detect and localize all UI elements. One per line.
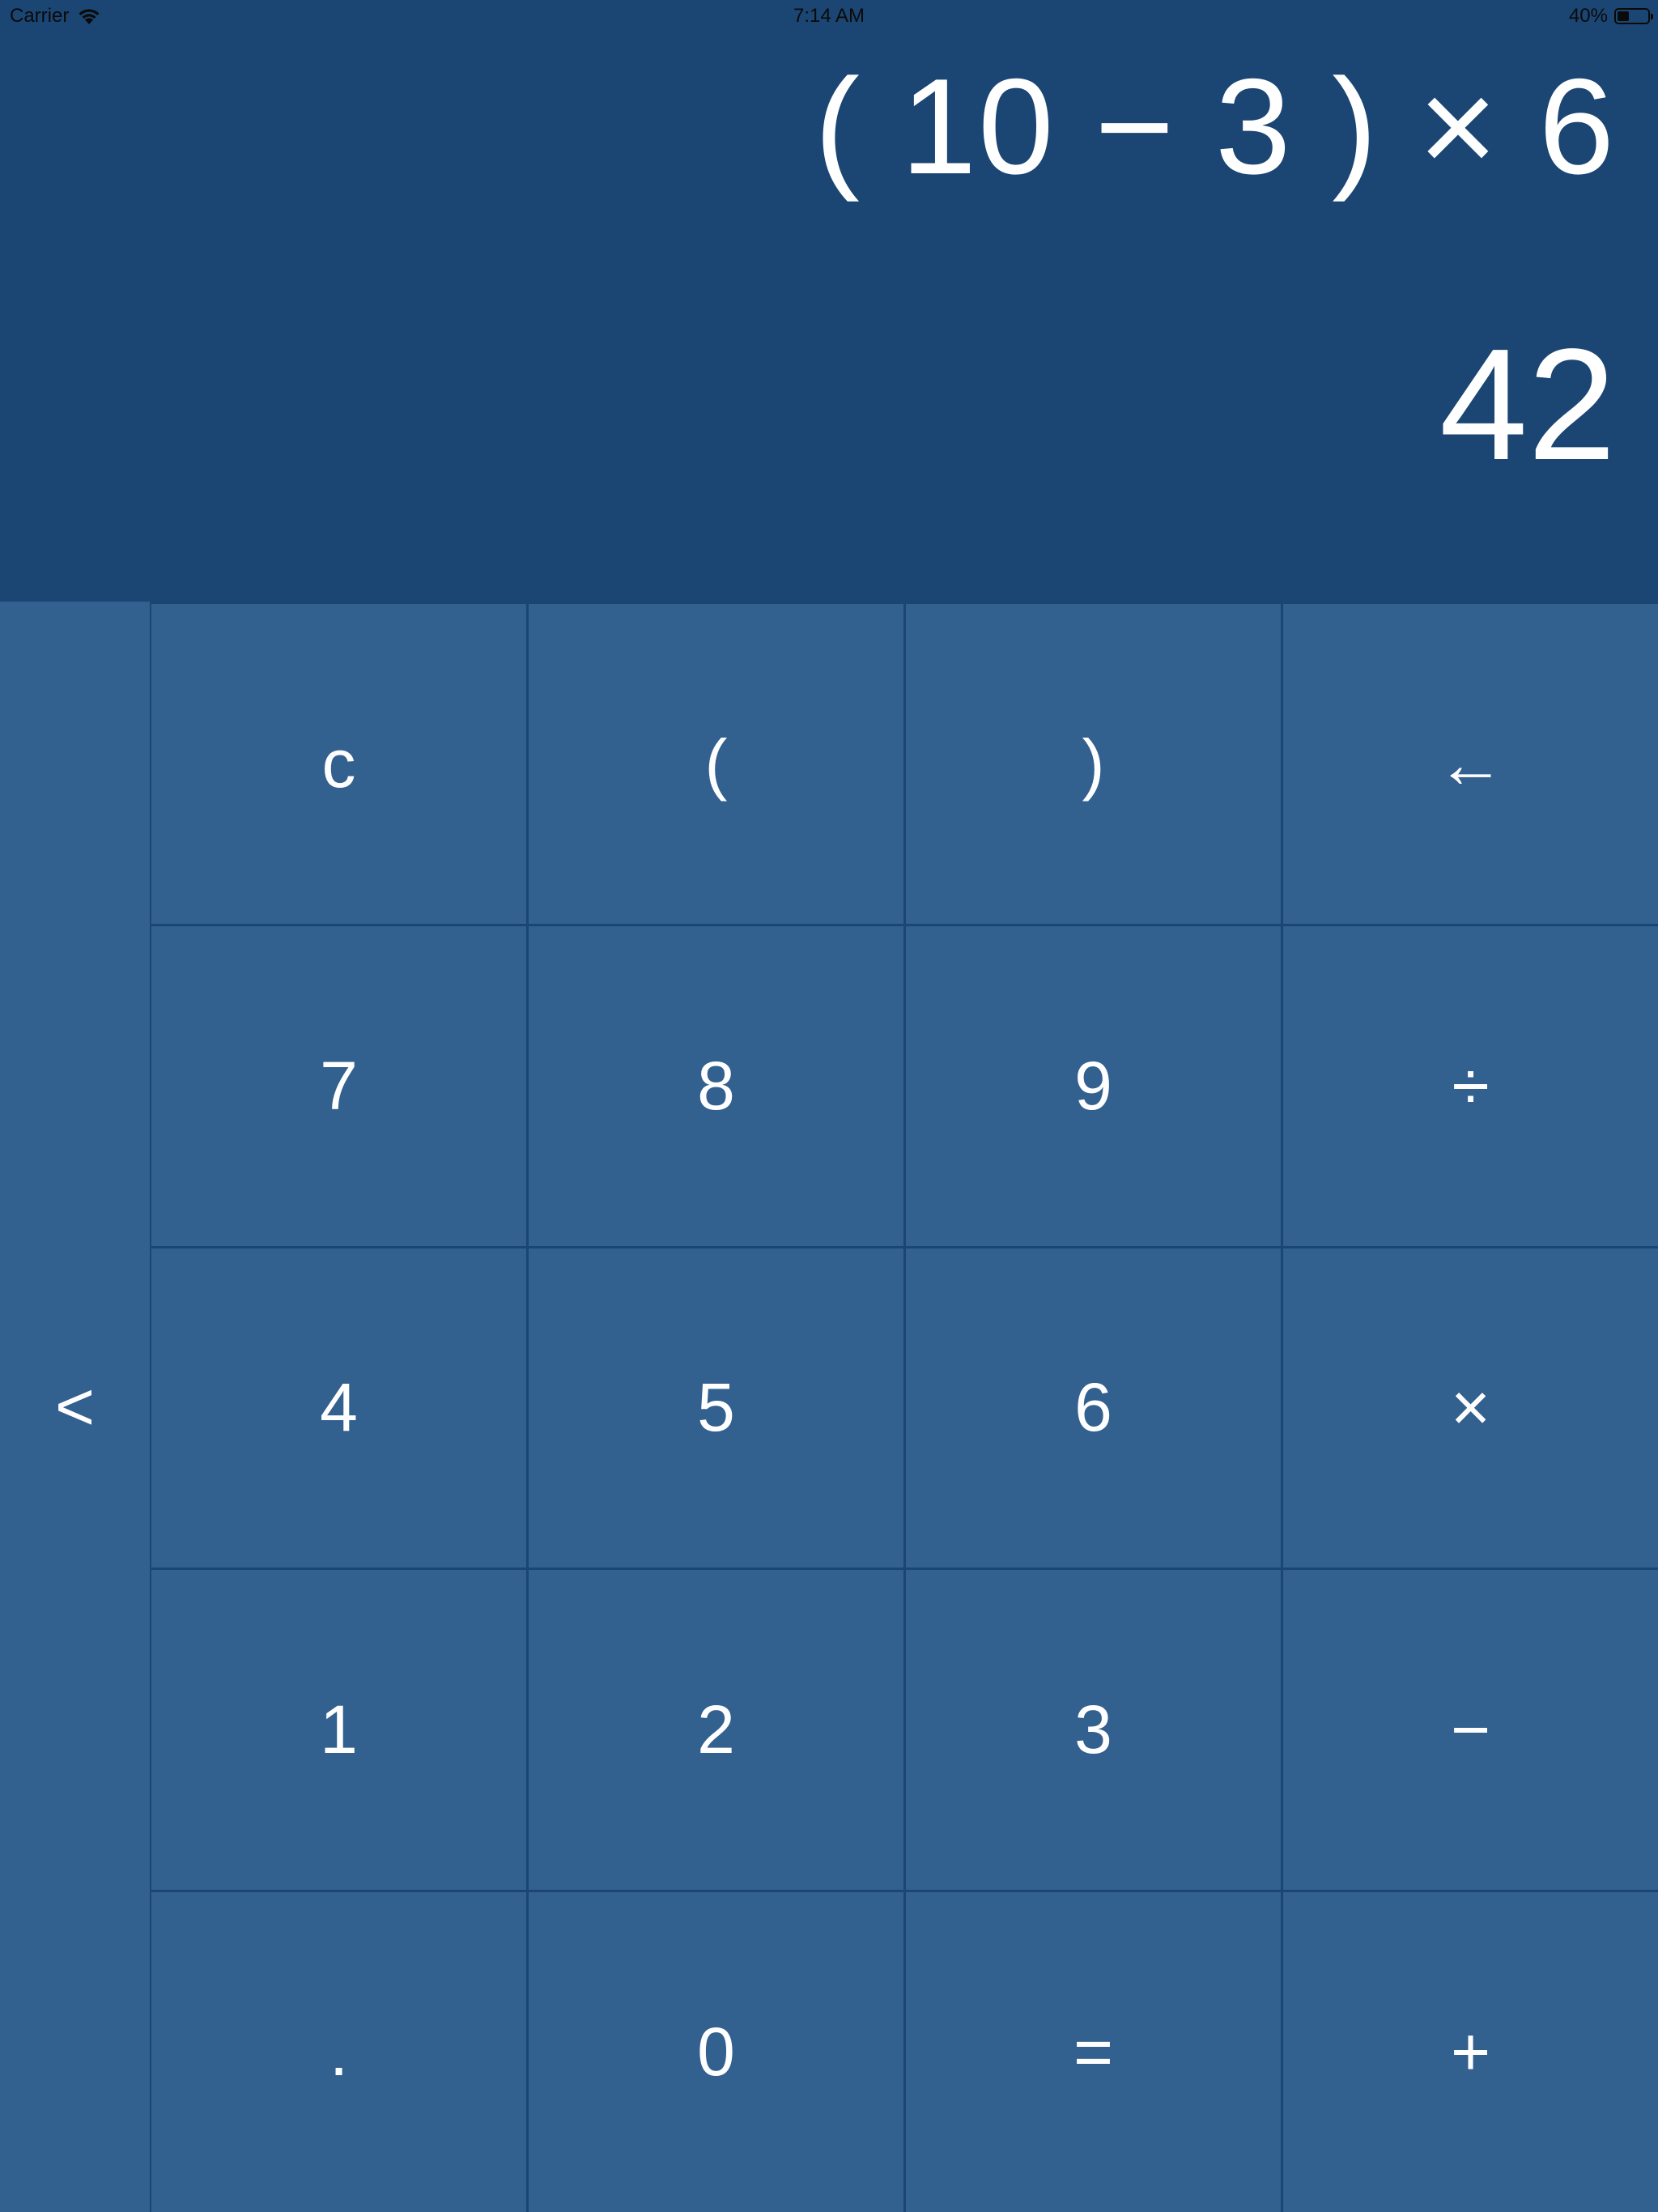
status-time: 7:14 AM: [793, 5, 865, 27]
backspace-button[interactable]: ←: [1283, 604, 1658, 924]
decimal-button[interactable]: .: [151, 1892, 526, 2212]
battery-icon: [1614, 8, 1653, 24]
battery-fill: [1618, 11, 1629, 21]
keypad: < c() ← 7 8 9 ÷ 4 5 6 × 1 2 3−. 0 = +: [0, 602, 1658, 2212]
digit-4-button[interactable]: 4: [151, 1248, 526, 1568]
display-panel: ( 10 − 3 ) × 6 42: [0, 0, 1658, 602]
digit-5-button[interactable]: 5: [529, 1248, 903, 1568]
digit-7-button[interactable]: 7: [151, 925, 526, 1246]
subtract-button[interactable]: −: [1283, 1570, 1658, 1891]
digit-2-button[interactable]: 2: [529, 1570, 903, 1891]
open-paren-button[interactable]: (: [529, 604, 903, 924]
digit-8-button[interactable]: 8: [529, 925, 903, 1246]
digit-6-button[interactable]: 6: [906, 1248, 1281, 1568]
close-paren-button[interactable]: ): [906, 604, 1281, 924]
side-panel-toggle-label: <: [54, 1368, 96, 1444]
calculator-app: ( 10 − 3 ) × 6 42 Carrier 7:14 AM 40% <: [0, 0, 1658, 2212]
side-panel-toggle-button[interactable]: <: [0, 602, 150, 2212]
battery-percent: 40%: [1568, 5, 1608, 27]
result-display: 42: [1439, 316, 1616, 493]
status-bar: Carrier 7:14 AM 40%: [0, 0, 1658, 32]
status-right: 40%: [1568, 5, 1653, 28]
digit-0-button[interactable]: 0: [529, 1892, 903, 2212]
digit-1-button[interactable]: 1: [151, 1570, 526, 1891]
digit-3-button[interactable]: 3: [906, 1570, 1281, 1891]
key-grid: c() ← 7 8 9 ÷ 4 5 6 × 1 2 3−. 0 = +: [151, 604, 1658, 2212]
multiply-button[interactable]: ×: [1283, 1248, 1658, 1568]
clear-button[interactable]: c: [151, 604, 526, 924]
expression-display: ( 10 − 3 ) × 6: [814, 50, 1616, 202]
equals-button[interactable]: =: [906, 1892, 1281, 2212]
divide-button[interactable]: ÷: [1283, 925, 1658, 1246]
digit-9-button[interactable]: 9: [906, 925, 1281, 1246]
add-button[interactable]: +: [1283, 1892, 1658, 2212]
